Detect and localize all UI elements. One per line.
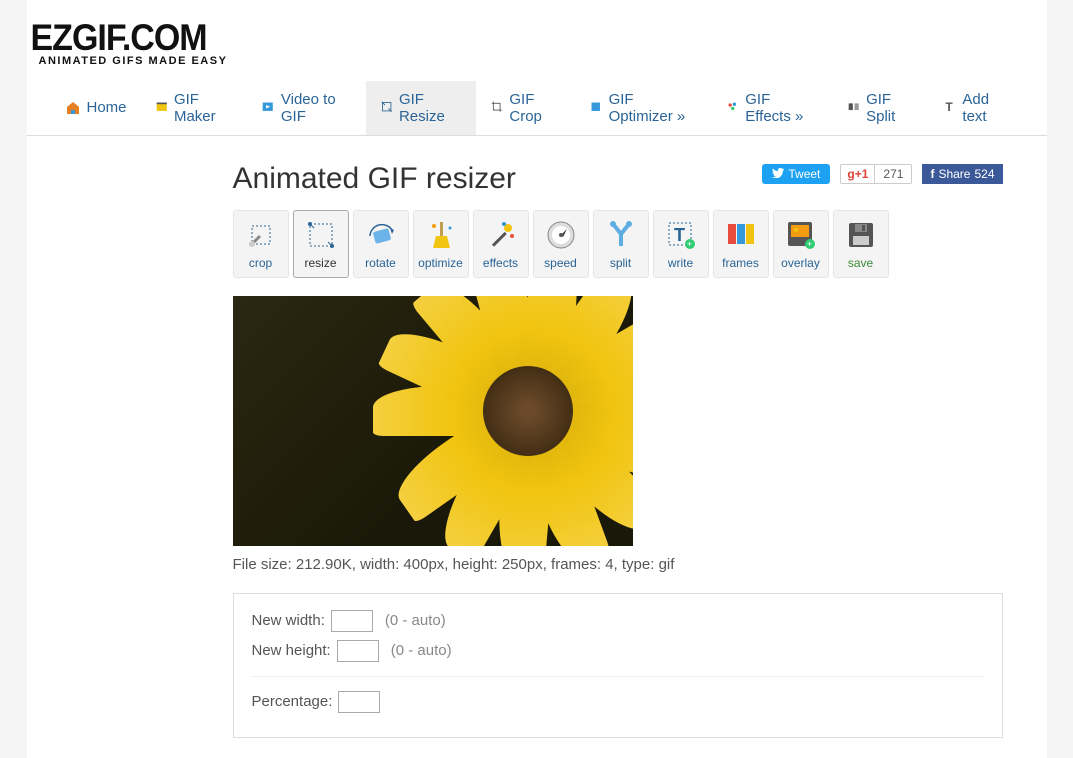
height-label: New height:: [252, 642, 331, 659]
file-info: File size: 212.90K, width: 400px, height…: [233, 556, 1027, 573]
tool-write[interactable]: T+ write: [653, 210, 709, 278]
nav-gif-effects[interactable]: GIF Effects »: [712, 81, 833, 135]
film-icon: [155, 100, 168, 116]
tool-save-label: save: [848, 256, 873, 270]
gplus-label: g+1: [841, 165, 874, 183]
split-icon: [847, 100, 860, 116]
tool-rotate-label: rotate: [365, 256, 396, 270]
tool-speed[interactable]: speed: [533, 210, 589, 278]
write-icon: T+: [664, 218, 698, 252]
tool-resize-label: resize: [304, 256, 336, 270]
nav-video-label: Video to GIF: [281, 91, 352, 125]
palette-icon: [726, 100, 739, 116]
tool-frames[interactable]: frames: [713, 210, 769, 278]
height-hint: (0 - auto): [391, 642, 452, 659]
tool-overlay[interactable]: + overlay: [773, 210, 829, 278]
nav-maker-label: GIF Maker: [174, 91, 233, 125]
nav-gif-maker[interactable]: GIF Maker: [141, 81, 248, 135]
tool-optimize-label: optimize: [418, 256, 463, 270]
tool-split-label: split: [610, 256, 631, 270]
overlay-icon: +: [784, 218, 818, 252]
tool-crop[interactable]: crop: [233, 210, 289, 278]
tool-speed-label: speed: [544, 256, 577, 270]
tool-rotate[interactable]: rotate: [353, 210, 409, 278]
tool-frames-label: frames: [722, 256, 759, 270]
tool-toolbar: crop resize rotate optimize effects spee…: [233, 210, 1027, 278]
home-icon: [65, 100, 81, 116]
fb-count: 524: [974, 167, 994, 181]
fb-icon: f: [930, 167, 934, 181]
crop-tool-icon: [244, 218, 278, 252]
tool-overlay-label: overlay: [781, 256, 820, 270]
nav-resize-label: GIF Resize: [399, 91, 462, 125]
text-icon: T: [943, 100, 956, 116]
share-buttons: Tweet g+1 271 f Share 524: [762, 164, 1002, 184]
nav-add-text[interactable]: T Add text: [929, 81, 1023, 135]
nav-home[interactable]: Home: [51, 81, 141, 135]
site-logo[interactable]: EZGIF.COM: [27, 23, 1047, 55]
width-input[interactable]: [331, 610, 373, 632]
image-preview: [233, 296, 633, 546]
frames-icon: [724, 218, 758, 252]
nav-addtext-label: Add text: [962, 91, 1008, 125]
height-input[interactable]: [337, 640, 379, 662]
rotate-tool-icon: [364, 218, 398, 252]
split-tool-icon: [604, 218, 638, 252]
nav-video-to-gif[interactable]: Video to GIF: [247, 81, 365, 135]
tweet-label: Tweet: [788, 167, 820, 181]
broom-icon: [424, 218, 458, 252]
percentage-label: Percentage:: [252, 693, 333, 710]
page-title: Animated GIF resizer: [233, 162, 516, 196]
svg-text:T: T: [946, 101, 954, 114]
nav-home-label: Home: [87, 99, 127, 116]
tool-effects[interactable]: effects: [473, 210, 529, 278]
tool-optimize[interactable]: optimize: [413, 210, 469, 278]
svg-text:+: +: [807, 239, 812, 249]
tool-save[interactable]: save: [833, 210, 889, 278]
width-hint: (0 - auto): [385, 612, 446, 629]
nav-gif-split[interactable]: GIF Split: [833, 81, 929, 135]
wand-icon: [484, 218, 518, 252]
nav-effects-label: GIF Effects »: [745, 91, 818, 125]
width-label: New width:: [252, 612, 325, 629]
tool-split[interactable]: split: [593, 210, 649, 278]
gplus-button[interactable]: g+1 271: [840, 164, 912, 184]
tweet-button[interactable]: Tweet: [762, 164, 830, 184]
tool-effects-label: effects: [483, 256, 518, 270]
twitter-icon: [772, 167, 784, 181]
tool-crop-label: crop: [249, 256, 272, 270]
crop-icon: [490, 100, 503, 116]
nav-gif-crop[interactable]: GIF Crop: [476, 81, 575, 135]
video-icon: [261, 100, 274, 116]
gauge-icon: [544, 218, 578, 252]
nav-crop-label: GIF Crop: [509, 91, 561, 125]
nav-gif-optimizer[interactable]: GIF Optimizer »: [575, 81, 712, 135]
svg-text:+: +: [687, 239, 692, 249]
nav-optimizer-label: GIF Optimizer »: [609, 91, 698, 125]
percentage-input[interactable]: [338, 691, 380, 713]
floppy-icon: [844, 218, 878, 252]
svg-text:T: T: [674, 225, 685, 245]
tool-write-label: write: [668, 256, 693, 270]
resize-form: New width: (0 - auto) New height: (0 - a…: [233, 593, 1003, 738]
optimizer-icon: [589, 100, 602, 116]
gplus-count: 271: [874, 165, 911, 183]
resize-icon: [380, 100, 393, 116]
nav-gif-resize[interactable]: GIF Resize: [366, 81, 476, 135]
main-nav: Home GIF Maker Video to GIF GIF Resize G…: [27, 81, 1047, 136]
nav-split-label: GIF Split: [866, 91, 915, 125]
fb-share-button[interactable]: f Share 524: [922, 164, 1002, 184]
fb-label: Share: [938, 167, 970, 181]
tool-resize[interactable]: resize: [293, 210, 349, 278]
resize-tool-icon: [304, 218, 338, 252]
